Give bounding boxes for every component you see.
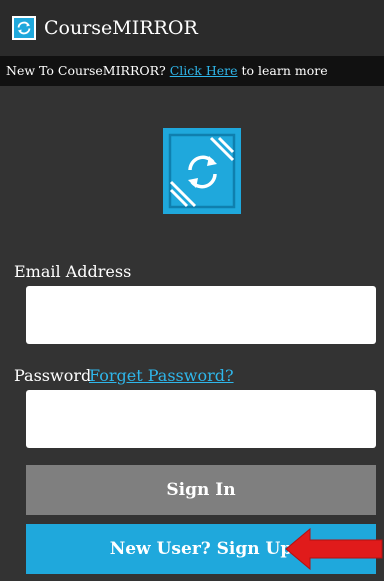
forgot-password-link[interactable]: Forget Password? — [89, 366, 234, 385]
app-title: CourseMIRROR — [44, 17, 198, 39]
red-arrow-icon — [285, 527, 383, 571]
email-label: Email Address — [14, 262, 132, 281]
app-sync-icon — [12, 16, 36, 40]
email-input[interactable] — [26, 286, 376, 344]
title-bar: CourseMIRROR — [0, 0, 384, 56]
password-input[interactable] — [26, 390, 376, 448]
click-here-link[interactable]: Click Here — [170, 63, 238, 78]
info-text: New To CourseMIRROR? — [6, 63, 166, 78]
sign-in-button[interactable]: Sign In — [26, 465, 376, 515]
login-screen: CourseMIRROR New To CourseMIRROR? Click … — [0, 0, 384, 581]
coursemirror-logo-icon — [163, 128, 241, 214]
info-bar: New To CourseMIRROR? Click Here to learn… — [0, 56, 384, 86]
info-suffix: to learn more — [241, 63, 328, 78]
password-label: Password — [14, 366, 92, 385]
